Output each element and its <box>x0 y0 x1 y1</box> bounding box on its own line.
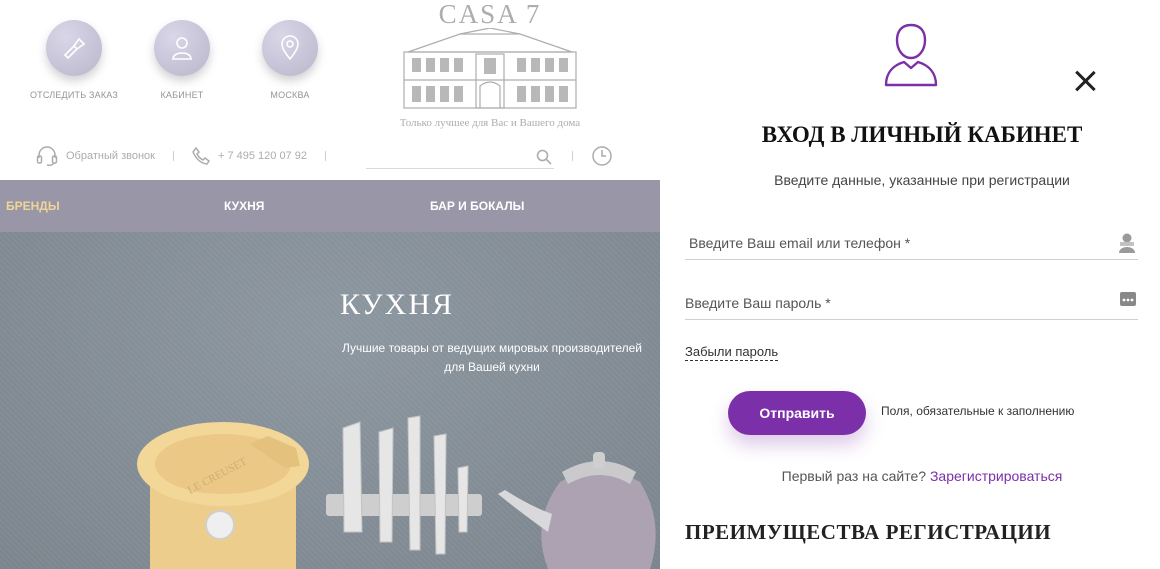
login-panel: ВХОД В ЛИЧНЫЙ КАБИНЕТ Введите данные, ук… <box>660 0 1160 569</box>
required-fields-note: Поля, обязательные к заполнению <box>881 404 1075 418</box>
register-line: Первый раз на сайте? Зарегистрироваться <box>660 468 1160 484</box>
user-icon <box>884 23 938 87</box>
submit-button[interactable]: Отправить <box>728 391 866 435</box>
background-page: ОТСЛЕДИТЬ ЗАКАЗ КАБИНЕТ МОСКВА CASA 7 То… <box>0 0 660 569</box>
first-time-text: Первый раз на сайте? <box>781 468 927 484</box>
password-field-wrapper <box>685 288 1138 320</box>
email-field-wrapper <box>685 228 1138 260</box>
email-field[interactable] <box>685 228 1095 258</box>
login-title: ВХОД В ЛИЧНЫЙ КАБИНЕТ <box>761 122 1083 147</box>
page-overlay[interactable] <box>0 0 660 569</box>
user-autofill-icon[interactable] <box>1118 232 1136 254</box>
password-field[interactable] <box>685 288 1095 318</box>
password-autofill-icon[interactable] <box>1120 292 1136 306</box>
login-subtitle: Введите данные, указанные при регистраци… <box>774 172 1070 188</box>
forgot-password-link[interactable]: Забыли пароль <box>685 344 779 361</box>
register-link[interactable]: Зарегистрироваться <box>930 468 1062 484</box>
benefits-title: ПРЕИМУЩЕСТВА РЕГИСТРАЦИИ <box>685 520 1052 544</box>
close-button[interactable] <box>1070 66 1100 96</box>
